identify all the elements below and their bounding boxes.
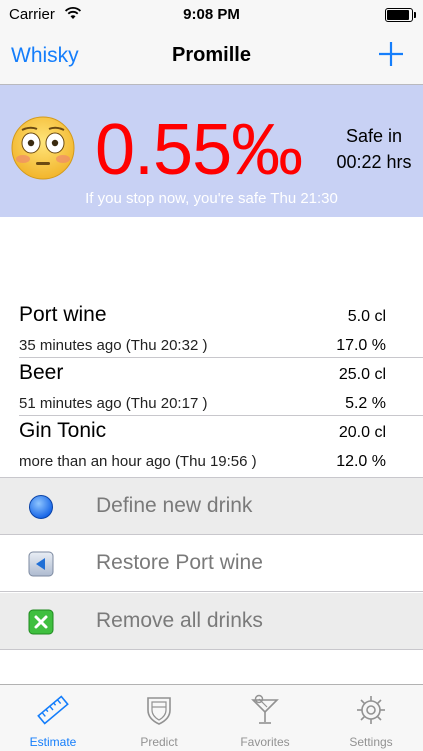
drink-time: 35 minutes ago (Thu 20:32 ) [19,337,208,354]
action-label: Restore Port wine [96,551,263,574]
stop-now-note: If you stop now, you're safe Thu 21:30 [85,190,338,207]
tab-predict[interactable]: Predict [106,685,212,751]
safe-in-time: 00:22 hrs [336,152,412,172]
tab-label: Predict [140,735,178,749]
plus-icon[interactable] [377,40,405,68]
drink-percent: 17.0 % [336,337,386,354]
shield-icon [147,697,171,725]
promille-value: 0.55‰ [95,110,303,190]
define-new-drink-button[interactable]: Define new drink [0,477,423,535]
status-bar: Carrier 9:08 PM [0,0,423,28]
flushed-face-icon [11,116,75,180]
tab-label: Favorites [240,735,290,749]
safe-in-label: Safe in [345,126,403,146]
drink-volume: 20.0 cl [338,424,386,441]
tab-settings[interactable]: Settings [318,685,423,751]
drink-name: Beer [19,361,64,384]
navigation-bar: Whisky Promille [0,28,423,85]
cocktail-glass-icon [251,694,279,724]
drink-row[interactable]: Gin Tonic more than an hour ago (Thu 19:… [0,416,423,474]
drink-time: 51 minutes ago (Thu 20:17 ) [19,395,208,412]
divider [0,649,423,650]
drink-name: Port wine [19,303,107,326]
remove-all-drinks-button[interactable]: Remove all drinks [0,593,423,650]
green-x-icon [28,609,54,635]
drink-row[interactable]: Port wine 35 minutes ago (Thu 20:32 ) 5.… [0,300,423,358]
drink-percent: 5.2 % [345,395,386,412]
ruler-icon [37,695,69,725]
drink-percent: 12.0 % [336,453,386,470]
drink-volume: 25.0 cl [338,366,386,383]
blue-circle-icon [29,495,53,519]
tab-label: Settings [349,735,393,749]
tab-bar: Estimate Predict Favorites Settings [0,684,423,751]
tab-favorites[interactable]: Favorites [212,685,318,751]
drink-volume: 5.0 cl [347,308,386,325]
drink-time: more than an hour ago (Thu 19:56 ) [19,453,257,470]
divider [0,591,423,592]
gear-icon [357,696,385,724]
page-title: Promille [172,44,251,66]
restore-drink-button[interactable]: Restore Port wine [0,535,423,592]
drink-name: Gin Tonic [19,419,107,442]
clock: 9:08 PM [183,6,240,23]
action-label: Define new drink [96,494,253,517]
back-arrow-icon [28,551,54,577]
battery-icon [385,8,416,22]
drink-row[interactable]: Beer 51 minutes ago (Thu 20:17 ) 25.0 cl… [0,358,423,416]
tab-estimate[interactable]: Estimate [0,685,106,751]
tab-label: Estimate [29,735,77,749]
action-label: Remove all drinks [96,609,263,632]
